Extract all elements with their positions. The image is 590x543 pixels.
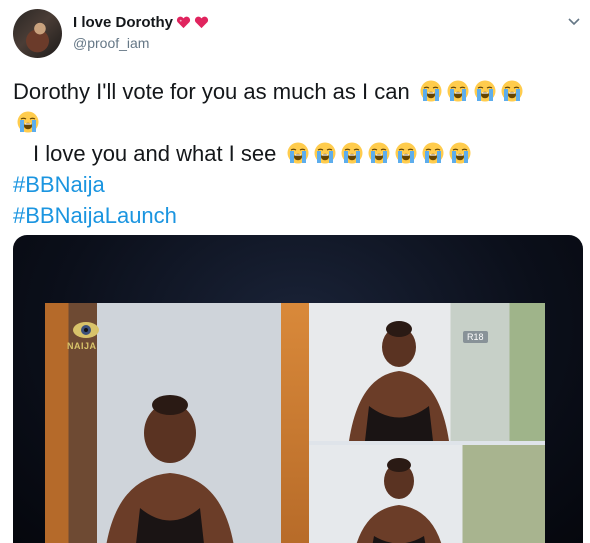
loudly-crying-face-icon	[449, 142, 470, 164]
loudly-crying-face-icon	[314, 142, 335, 164]
loudly-crying-face-icon	[341, 142, 362, 164]
user-handle[interactable]: @proof_iam	[73, 35, 149, 51]
person-figure	[356, 458, 442, 543]
tweet-line-1-text: Dorothy I'll vote for you as much as I c…	[13, 79, 410, 104]
emoji-group	[416, 79, 524, 104]
loudly-crying-face-icon	[287, 142, 308, 164]
tv-screen: NAIJA R18	[45, 303, 545, 543]
show-logo-text: NAIJA	[67, 341, 97, 351]
loudly-crying-face-icon	[447, 80, 469, 102]
hashtag-link[interactable]: #BBNaijaLaunch	[13, 200, 575, 231]
loudly-crying-face-icon	[420, 80, 442, 102]
loudly-crying-face-icon	[474, 80, 496, 102]
person-figure	[349, 321, 449, 441]
tweet-line-1: Dorothy I'll vote for you as much as I c…	[13, 76, 575, 107]
rating-badge: R18	[463, 331, 488, 343]
chevron-down-icon[interactable]	[566, 13, 582, 29]
loudly-crying-face-icon	[17, 111, 39, 133]
person-figure	[106, 395, 234, 543]
tweet-line-2: I love you and what I see	[13, 138, 575, 169]
tweet-line-2-text: I love you and what I see	[33, 141, 277, 166]
tweet-media-image[interactable]: NAIJA R18	[13, 235, 583, 543]
hashtag-link[interactable]: #BBNaija	[13, 169, 575, 200]
display-name-row[interactable]: I love Dorothy	[73, 14, 209, 31]
heart-icon	[194, 16, 209, 29]
emoji-group	[13, 107, 575, 138]
emoji-group	[283, 141, 472, 166]
loudly-crying-face-icon	[422, 142, 443, 164]
avatar[interactable]	[13, 9, 62, 58]
video-panel-bottom-right	[309, 445, 545, 543]
tweet-text: Dorothy I'll vote for you as much as I c…	[13, 76, 575, 231]
loudly-crying-face-icon	[501, 80, 523, 102]
loudly-crying-face-icon	[395, 142, 416, 164]
display-name[interactable]: I love Dorothy	[73, 14, 173, 31]
loudly-crying-face-icon	[368, 142, 389, 164]
video-panel-top-right	[309, 303, 545, 441]
heart-icon	[176, 16, 191, 29]
video-panel-divider	[281, 303, 309, 543]
